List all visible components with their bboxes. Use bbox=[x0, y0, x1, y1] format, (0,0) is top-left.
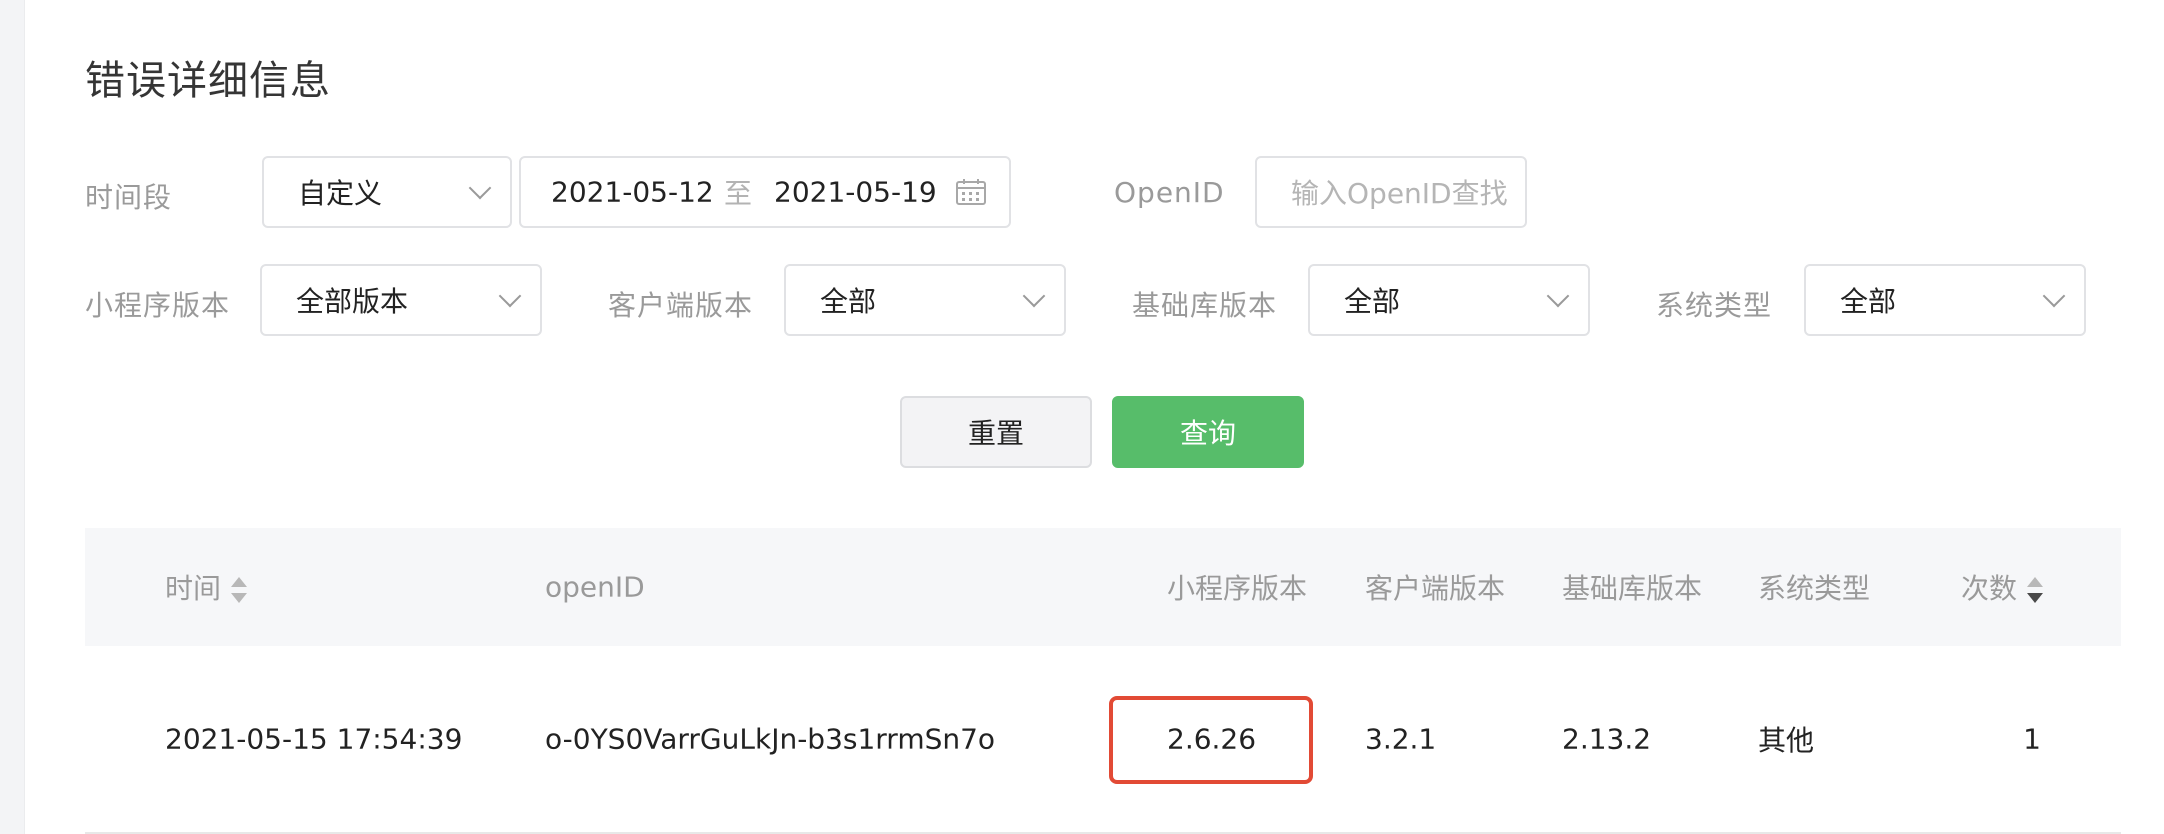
base-library-version-label: 基础库版本 bbox=[1132, 289, 1278, 322]
miniprogram-version-label: 小程序版本 bbox=[85, 289, 231, 322]
cell-time: 2021-05-15 17:54:39 bbox=[165, 722, 463, 756]
openid-placeholder: 输入OpenID查找 bbox=[1291, 177, 1508, 210]
system-type-value: 全部 bbox=[1840, 285, 1897, 318]
chevron-down-icon bbox=[1546, 284, 1570, 308]
miniprogram-version-select[interactable]: 全部版本 bbox=[260, 264, 542, 336]
system-type-label: 系统类型 bbox=[1656, 289, 1773, 322]
column-header-time-label: 时间 bbox=[165, 572, 222, 605]
chevron-down-icon bbox=[1022, 284, 1046, 308]
query-button[interactable]: 查询 bbox=[1112, 396, 1304, 468]
column-header-system-type: 系统类型 bbox=[1758, 572, 1871, 605]
system-type-select[interactable]: 全部 bbox=[1804, 264, 2086, 336]
chevron-down-icon bbox=[468, 176, 492, 200]
base-library-version-value: 全部 bbox=[1344, 285, 1401, 318]
column-header-miniprogram-version: 小程序版本 bbox=[1167, 572, 1308, 605]
cell-client-version: 3.2.1 bbox=[1365, 722, 1437, 756]
cell-count: 1 bbox=[2023, 722, 2041, 756]
table-row: 2021-05-15 17:54:39 o-0YS0VarrGuLkJn-b3s… bbox=[85, 646, 2121, 834]
sort-icon[interactable] bbox=[2027, 577, 2044, 603]
chevron-down-icon bbox=[2042, 284, 2066, 308]
column-header-client-version: 客户端版本 bbox=[1365, 572, 1506, 605]
highlight-annotation-box bbox=[1109, 696, 1313, 784]
page-title: 错误详细信息 bbox=[85, 58, 331, 104]
column-header-base-library-version: 基础库版本 bbox=[1562, 572, 1703, 605]
client-version-select[interactable]: 全部 bbox=[784, 264, 1066, 336]
chevron-down-icon bbox=[498, 284, 522, 308]
sort-icon[interactable] bbox=[231, 577, 248, 603]
base-library-version-select[interactable]: 全部 bbox=[1308, 264, 1590, 336]
date-separator: 至 bbox=[724, 177, 753, 210]
reset-button[interactable]: 重置 bbox=[900, 396, 1092, 468]
date-range-picker[interactable]: 2021-05-12 至 2021-05-19 bbox=[519, 156, 1011, 228]
cell-base-library-version: 2.13.2 bbox=[1562, 722, 1652, 756]
date-start[interactable]: 2021-05-12 bbox=[551, 176, 714, 209]
client-version-value: 全部 bbox=[820, 285, 877, 318]
column-header-time[interactable]: 时间 bbox=[165, 567, 248, 607]
column-header-count-label: 次数 bbox=[1961, 572, 2018, 605]
left-sidebar-edge bbox=[0, 0, 25, 834]
cell-system-type: 其他 bbox=[1758, 724, 1815, 757]
time-range-value: 自定义 bbox=[298, 177, 383, 210]
openid-label: OpenID bbox=[1114, 176, 1225, 209]
date-end[interactable]: 2021-05-19 bbox=[774, 176, 937, 209]
miniprogram-version-value: 全部版本 bbox=[296, 285, 409, 318]
openid-search-input[interactable]: 输入OpenID查找 bbox=[1255, 156, 1527, 228]
column-header-openid: openID bbox=[545, 570, 645, 604]
column-header-count[interactable]: 次数 bbox=[1961, 567, 2044, 607]
client-version-label: 客户端版本 bbox=[608, 289, 754, 322]
cell-openid: o-0YS0VarrGuLkJn-b3s1rrmSn7o bbox=[545, 722, 996, 756]
table-header: 时间 openID 小程序版本 客户端版本 基础库版本 系统类型 次数 bbox=[85, 528, 2121, 646]
time-range-select[interactable]: 自定义 bbox=[262, 156, 512, 228]
time-range-label: 时间段 bbox=[85, 181, 173, 214]
calendar-icon[interactable] bbox=[955, 178, 987, 210]
